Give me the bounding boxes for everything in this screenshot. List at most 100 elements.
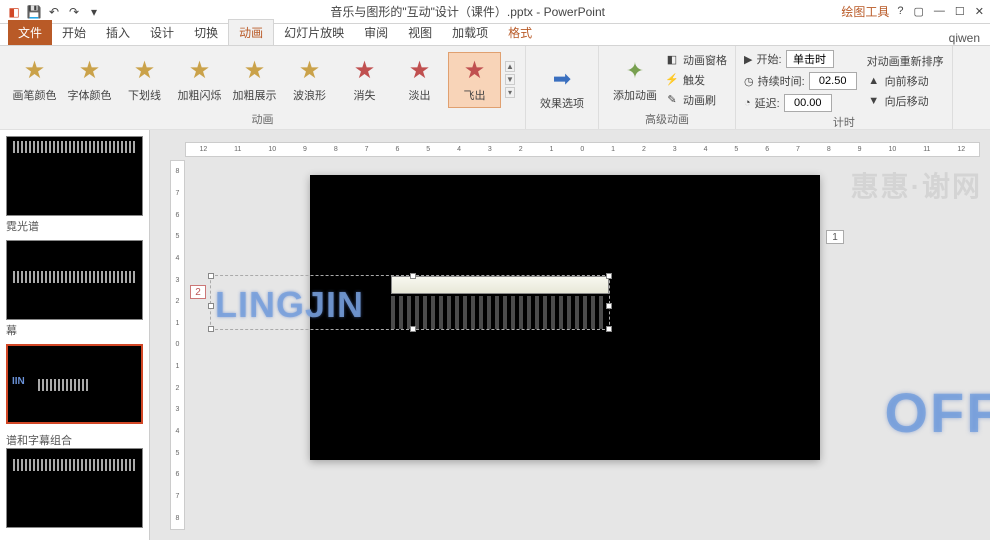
lightning-icon: ⚡ [665,73,679,86]
qat-more-icon[interactable]: ▾ [86,4,102,20]
group-label-timing: 计时 [744,114,944,130]
close-icon[interactable]: ✕ [975,5,984,18]
effect-options-button[interactable]: ➡ 效果选项 [534,61,590,115]
star-icon: ★ [241,57,269,85]
textbox-content[interactable]: LINGJIN [215,284,364,326]
help-icon[interactable]: ? [897,5,903,18]
animation-消失[interactable]: ★消失 [338,52,391,108]
animation-下划线[interactable]: ★下划线 [118,52,171,108]
timer-icon: ◔ [744,97,751,109]
text-ruler [391,276,609,294]
star-icon: ★ [461,57,489,85]
arrow-right-icon: ➡ [548,65,576,93]
animation-飞出[interactable]: ★飞出 [448,52,501,108]
overflow-text: OFFI [884,380,990,445]
tab-slideshow[interactable]: 幻灯片放映 [274,20,354,45]
brush-icon: ✎ [665,93,679,106]
tab-review[interactable]: 审阅 [354,20,398,45]
start-field[interactable]: ▶开始: [744,50,857,68]
tab-home[interactable]: 开始 [52,20,96,45]
window-title: 音乐与图形的"互动"设计（课件）.pptx - PowerPoint [102,3,833,20]
move-later-button[interactable]: ▼向后移动 [867,93,944,109]
tab-animations[interactable]: 动画 [228,19,274,45]
tab-transitions[interactable]: 切换 [184,20,228,45]
app-icon: ◧ [6,4,22,20]
thumb-3[interactable]: IIN [6,344,143,426]
animation-加粗展示[interactable]: ★加粗展示 [228,52,281,108]
animation-画笔颜色[interactable]: ★画笔颜色 [8,52,61,108]
resize-handle-sw[interactable] [208,326,214,332]
minimize-icon[interactable]: — [934,5,945,18]
quick-access-toolbar: ◧ 💾 ↶ ↷ ▾ [6,4,102,20]
trigger-button[interactable]: ⚡触发 [665,72,727,88]
tab-format[interactable]: 格式 [498,20,542,45]
pane-icon: ◧ [665,53,679,66]
delay-field[interactable]: ◔延迟: [744,94,857,112]
resize-handle-nw[interactable] [208,273,214,279]
contextual-tab-label: 绘图工具 [833,3,897,20]
redo-icon[interactable]: ↷ [66,4,82,20]
ribbon-tabs: 文件 开始 插入 设计 切换 动画 幻灯片放映 审阅 视图 加载项 格式 qiw… [0,24,990,46]
slide-thumbnails[interactable]: 霓光谱 幕 IIN 谱和字幕组合 [0,130,150,540]
save-icon[interactable]: 💾 [26,4,42,20]
group-label-animation: 动画 [8,111,517,127]
vertical-ruler: 87654321012345678 [170,160,185,530]
animation-加粗闪烁[interactable]: ★加粗闪烁 [173,52,226,108]
star-icon: ★ [351,57,379,85]
account-name[interactable]: qiwen [949,31,990,45]
resize-handle-s[interactable] [410,326,416,332]
thumb-1[interactable]: 霓光谱 [6,136,143,234]
ribbon: ★画笔颜色★字体颜色★下划线★加粗闪烁★加粗展示★波浪形★消失★淡出★飞出▲▼▾… [0,46,990,130]
gallery-expand[interactable]: ▲▼▾ [503,59,517,100]
animation-字体颜色[interactable]: ★字体颜色 [63,52,116,108]
star-icon: ★ [76,57,104,85]
animation-pane-button[interactable]: ◧动画窗格 [665,52,727,68]
selected-textbox[interactable]: LINGJIN [210,275,610,330]
tab-design[interactable]: 设计 [140,20,184,45]
resize-handle-n[interactable] [410,273,416,279]
thumb-2[interactable]: 幕 [6,240,143,338]
arrow-down-icon: ▼ [867,95,881,107]
star-icon: ★ [21,57,49,85]
horizontal-ruler: 1211109876543210123456789101112 [185,142,980,157]
star-icon: ★ [406,57,434,85]
watermark: 惠惠·谢网 [851,165,982,205]
resize-handle-se[interactable] [606,326,612,332]
edit-area: 惠惠·谢网 1211109876543210123456789101112 87… [150,130,990,540]
move-earlier-button[interactable]: ▲向前移动 [867,73,944,89]
text-bars-graphic [391,296,607,329]
duration-field[interactable]: ◷持续时间: [744,72,857,90]
start-input[interactable] [786,50,834,68]
thumb-4[interactable]: 谱和字幕组合 [6,432,143,528]
reorder-label: 对动画重新排序 [867,53,944,69]
ribbon-toggle-icon[interactable]: ▢ [914,5,924,18]
star-plus-icon: ✦ [621,57,649,85]
duration-input[interactable] [809,72,857,90]
arrow-up-icon: ▲ [867,75,881,87]
comment-badge[interactable]: 1 [826,230,844,244]
animation-order-tag[interactable]: 2 [190,285,206,299]
star-icon: ★ [131,57,159,85]
resize-handle-w[interactable] [208,303,214,309]
workspace: 霓光谱 幕 IIN 谱和字幕组合 惠惠·谢网 12111098765432101… [0,130,990,540]
play-icon: ▶ [744,53,752,66]
animation-painter-button[interactable]: ✎动画刷 [665,92,727,108]
resize-handle-ne[interactable] [606,273,612,279]
tab-insert[interactable]: 插入 [96,20,140,45]
delay-input[interactable] [784,94,832,112]
clock-icon: ◷ [744,75,754,88]
tab-view[interactable]: 视图 [398,20,442,45]
add-animation-button[interactable]: ✦ 添加动画 [607,53,663,107]
tab-addins[interactable]: 加载项 [442,20,498,45]
animation-淡出[interactable]: ★淡出 [393,52,446,108]
animation-gallery-group: ★画笔颜色★字体颜色★下划线★加粗闪烁★加粗展示★波浪形★消失★淡出★飞出▲▼▾… [0,46,526,129]
animation-波浪形[interactable]: ★波浪形 [283,52,336,108]
group-label-advanced: 高级动画 [607,111,727,127]
timing-group: ▶开始: ◷持续时间: ◔延迟: 对动画重新排序 ▲向前移动 ▼向后移动 计时 [736,46,953,129]
star-icon: ★ [186,57,214,85]
resize-handle-e[interactable] [606,303,612,309]
effect-options-group: ➡ 效果选项 [526,46,599,129]
undo-icon[interactable]: ↶ [46,4,62,20]
file-tab[interactable]: 文件 [8,20,52,45]
maximize-icon[interactable]: ☐ [955,5,965,18]
